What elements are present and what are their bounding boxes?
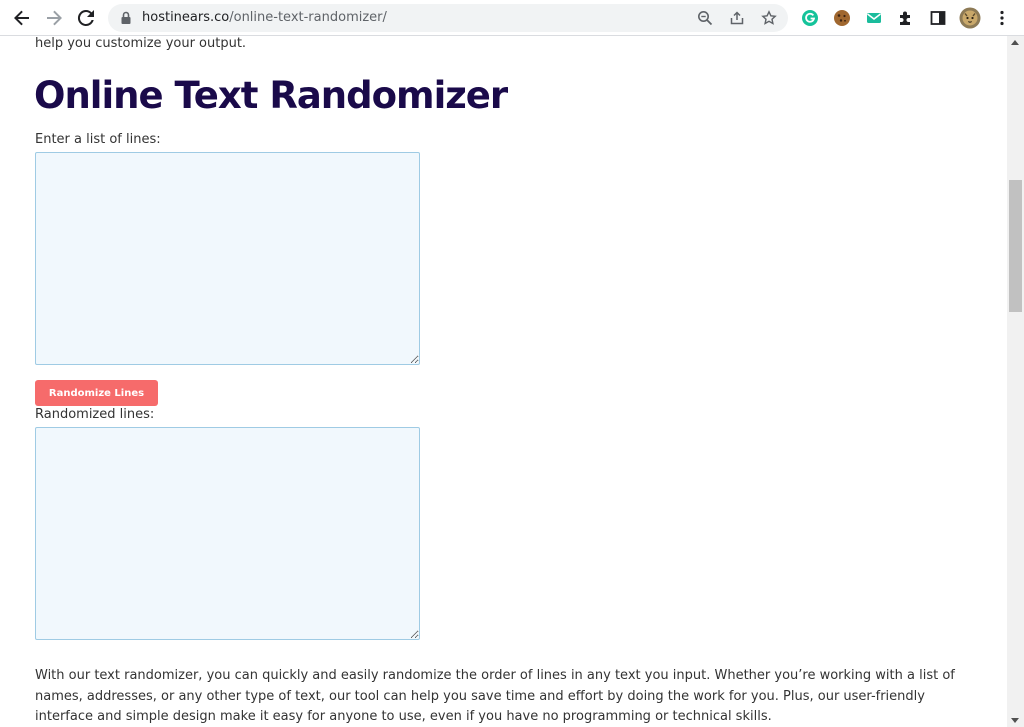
forward-arrow-icon[interactable] <box>42 6 66 30</box>
page-content: help you customize your output. Online T… <box>0 36 1007 727</box>
url-domain: hostinears.co <box>142 10 230 25</box>
address-bar[interactable]: hostinears.co/online-text-randomizer/ <box>108 4 788 32</box>
puzzle-icon[interactable] <box>896 8 916 28</box>
output-lines-textarea[interactable] <box>35 427 420 640</box>
avatar[interactable] <box>958 6 982 30</box>
output-label: Randomized lines: <box>35 407 155 422</box>
scroll-up-arrow-icon[interactable] <box>1011 40 1019 45</box>
scroll-thumb[interactable] <box>1009 180 1022 312</box>
url-path: /online-text-randomizer/ <box>229 10 387 25</box>
kebab-menu-icon[interactable] <box>992 8 1012 28</box>
url-text: hostinears.co/online-text-randomizer/ <box>142 10 387 26</box>
scroll-down-arrow-icon[interactable] <box>1011 718 1019 723</box>
cookie-icon[interactable] <box>832 8 852 28</box>
input-lines-textarea[interactable] <box>35 152 420 365</box>
page-scrollbar[interactable] <box>1007 36 1024 727</box>
intro-text: help you customize your output. <box>35 36 247 51</box>
lock-icon <box>118 10 134 26</box>
input-label: Enter a list of lines: <box>35 132 161 147</box>
browser-toolbar: hostinears.co/online-text-randomizer/ <box>0 0 1024 36</box>
star-icon[interactable] <box>760 9 778 27</box>
share-icon[interactable] <box>728 9 746 27</box>
side-panel-icon[interactable] <box>928 8 948 28</box>
grammarly-icon[interactable] <box>800 8 820 28</box>
page-title: Online Text Randomizer <box>34 74 508 117</box>
zoom-icon[interactable] <box>696 9 714 27</box>
randomize-lines-button[interactable]: Randomize Lines <box>35 380 158 406</box>
reload-icon[interactable] <box>74 6 98 30</box>
description-paragraph: With our text randomizer, you can quickl… <box>35 668 955 724</box>
mail-icon[interactable] <box>864 8 884 28</box>
back-arrow-icon[interactable] <box>10 6 34 30</box>
